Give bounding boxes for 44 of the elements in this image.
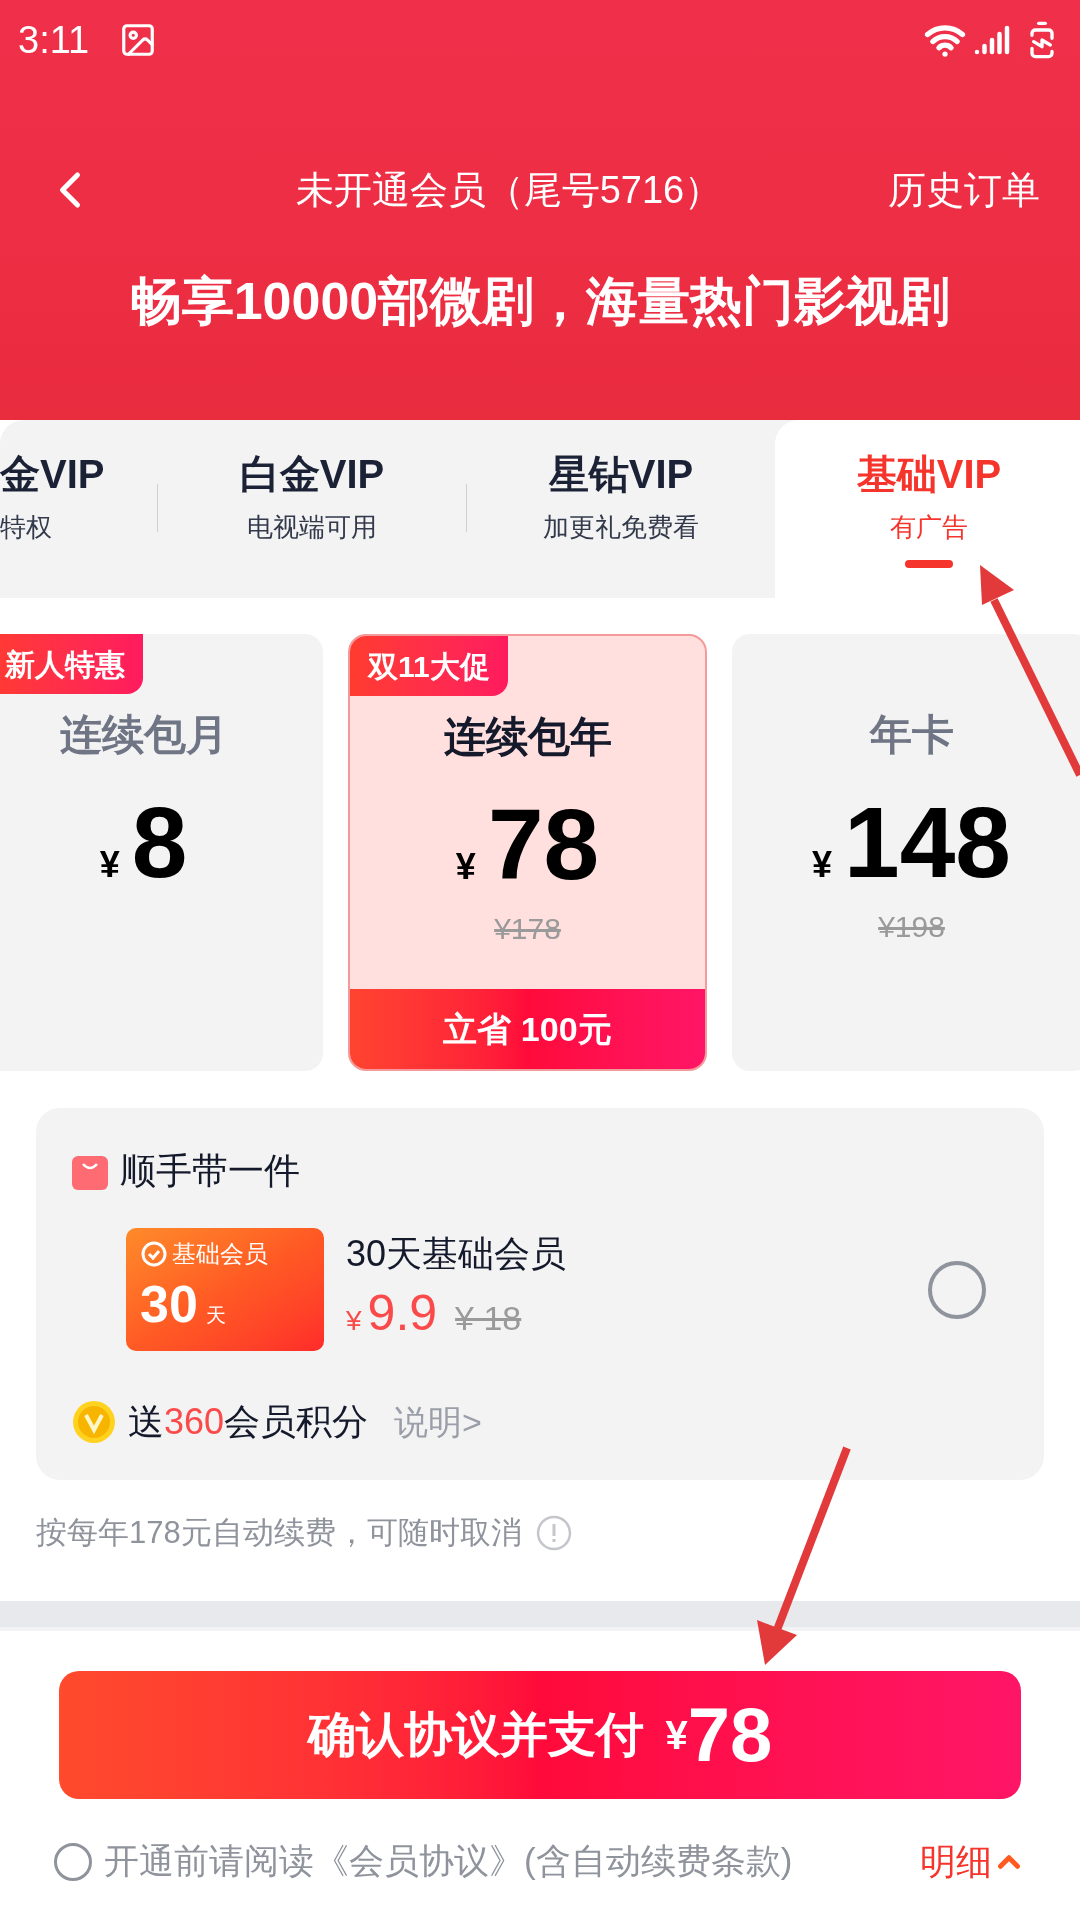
vip-tab[interactable]: 星钻VIP 加更礼免费看 [467,420,775,598]
plan-price: 148 [844,792,1011,892]
card-unit: 天 [205,1303,226,1328]
tab-indicator [905,560,953,568]
plan-card[interactable]: 新人特惠 连续包月 ¥8 [0,634,323,1071]
plan-price: 8 [131,792,188,892]
slogan: 畅享10000部微剧，海量热门影视剧 [129,271,951,332]
details-link[interactable]: 明细 [920,1834,992,1889]
promo-badge: 新人特惠 [0,634,143,694]
plan-card[interactable]: 双11大促 连续包年 ¥78 ¥178 立省 100元 [348,634,707,1071]
addon-checkbox[interactable] [928,1260,986,1319]
original-price: ¥198 [878,912,945,942]
page-title: 未开通会员（尾号5716） [294,167,724,213]
plan-name: 连续包年 [443,716,612,758]
status-time: 3:11 [18,17,90,63]
currency-sign: ¥ [346,1303,362,1338]
check-badge-icon [140,1240,168,1268]
plan-name: 年卡 [869,714,954,756]
currency-sign: ¥ [812,843,833,887]
agreement-checkbox[interactable] [54,1842,92,1881]
vip-tab[interactable]: 基础VIP 有广告 [775,420,1080,598]
addon-price: 9.9 [367,1287,438,1338]
points-text: 送360会员积分 [128,1400,369,1444]
coin-icon [72,1400,116,1444]
saving-banner: 立省 100元 [350,989,705,1069]
info-icon[interactable] [535,1515,572,1552]
agreement-text: 开通前请阅读《会员协议》(含自动续费条款) [104,1840,793,1883]
currency-sign: ¥ [455,845,476,889]
card-label: 基础会员 [172,1242,268,1266]
original-price: ¥178 [494,914,561,944]
renewal-note: 按每年178元自动续费，可随时取消 [36,1514,522,1552]
plan-card[interactable]: 年卡 ¥148 ¥198 [732,634,1080,1071]
addon-name: 30天基础会员 [346,1235,567,1272]
card-days: 30 [140,1278,198,1330]
plan-price: 78 [487,794,600,894]
pay-button[interactable]: 确认协议并支付 ¥78 [59,1670,1021,1799]
history-orders-link[interactable]: 历史订单 [888,161,1040,219]
plan-name: 连续包月 [59,714,228,756]
addon-title: 顺手带一件 [120,1149,300,1193]
vip-tab[interactable]: 金VIP 特权 [0,420,157,598]
promo-badge: 双11大促 [350,636,508,696]
addon-original-price: ¥ 18 [455,1297,522,1339]
vip-tab[interactable]: 白金VIP 电视端可用 [158,420,466,598]
currency-sign: ¥ [99,843,120,887]
